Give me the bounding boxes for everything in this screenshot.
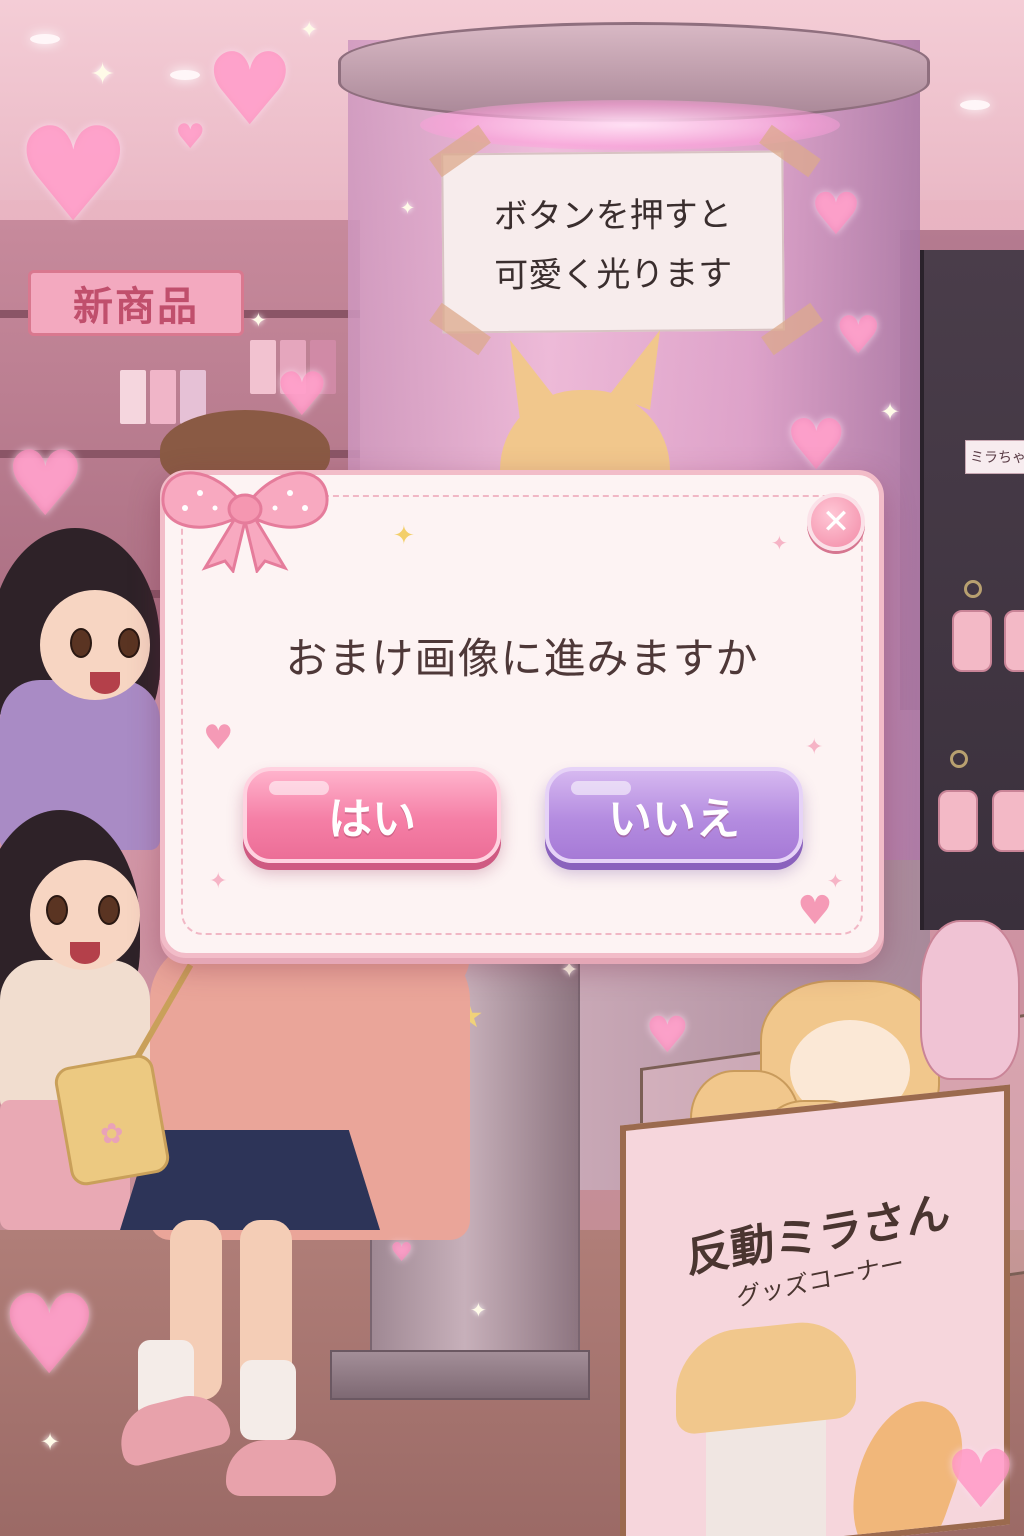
merch-box [150,370,176,424]
heart-icon: ♥ [0,1271,99,1399]
heart-icon: ♥ [810,180,862,248]
yes-button-label: はい [328,794,416,845]
sparkle-icon: ✦ [400,198,416,219]
poster-character-hair [676,1316,856,1436]
close-icon: ✕ [821,502,851,542]
close-button[interactable]: ✕ [807,493,865,551]
button-shine [571,781,631,795]
pink-bow-icon [161,471,329,573]
heart-icon: ♥ [835,306,882,366]
sparkle-icon: ✦ [771,531,788,555]
bonus-image-dialog: ✦ ✦ ♥ ✦ ✦ ✦ ♥ ✕ おまけ画像に進みますか はい いいえ [160,470,884,958]
heart-icon: ♥ [203,718,234,758]
ceiling-light [170,70,200,80]
machine-sign-line1: ボタンを押すと [493,194,732,238]
sparkle-icon: ✦ [560,958,579,983]
heart-icon: ♥ [645,1006,690,1064]
machine-sign: ボタンを押すと 可愛く光ります [441,150,785,334]
heart-icon: ♥ [5,432,86,537]
button-shine [269,781,329,795]
machine-sign-line2: 可愛く光ります [494,253,733,297]
sparkle-icon: ✦ [880,398,901,426]
heart-icon: ♥ [275,360,329,430]
ceiling-light [30,34,60,44]
heart-icon: ♥ [15,99,132,251]
sparkle-icon: ✦ [300,18,319,43]
sparkle-icon: ✦ [805,735,824,760]
sparkle-icon: ✦ [470,1298,487,1322]
sparkle-icon: ✦ [250,308,267,332]
sparkle-icon: ✦ [40,1428,61,1456]
sparkle-icon: ✦ [209,869,228,894]
ceiling-light [960,100,990,110]
merch-box [250,340,276,394]
heart-icon: ♥ [797,888,833,934]
heart-icon: ♥ [175,117,206,157]
new-items-banner: 新商品 [28,270,244,336]
yes-button[interactable]: はい [243,767,501,863]
dialog-question: おまけ画像に進みますか [285,634,759,683]
merch-box [120,370,146,424]
heart-icon: ♥ [390,1238,414,1268]
heart-icon: ♥ [945,1433,1017,1526]
pedestal-base [330,1350,590,1400]
heart-icon: ♥ [205,31,295,148]
keychain-peg-board [920,250,1024,930]
sparkle-icon: ✦ [90,57,116,92]
flower-icon: ✿ [100,1117,124,1150]
keychain-label: ミラちゃん [965,440,1024,474]
sparkle-icon: ✦ [393,521,415,551]
no-button[interactable]: いいえ [545,767,803,863]
